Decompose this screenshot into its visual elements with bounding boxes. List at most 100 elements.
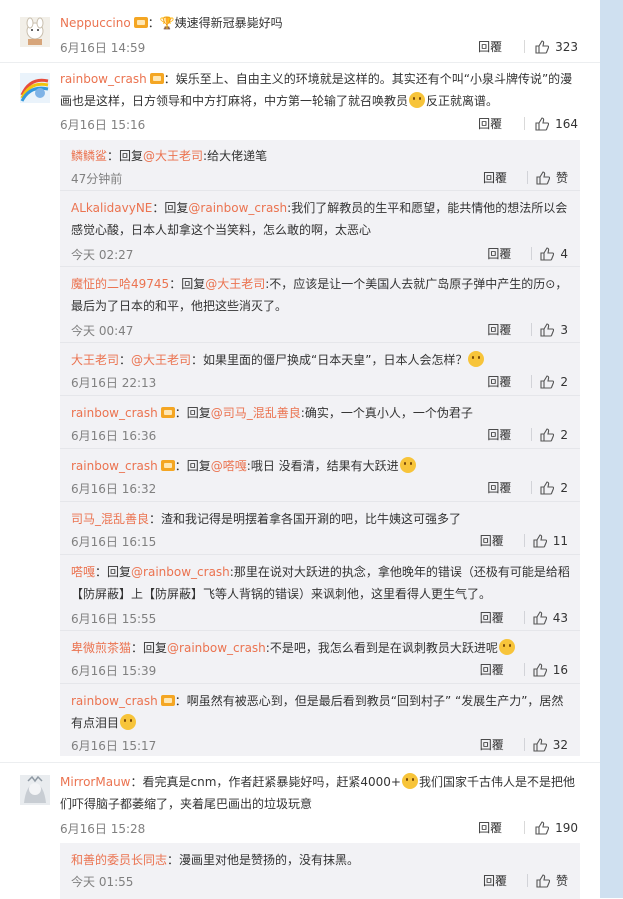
emoji-icon <box>399 457 416 473</box>
like-count: 赞 <box>555 171 568 185</box>
comment-body: ：🏆姨速得新冠暴毙好吗 <box>147 16 283 30</box>
thumbs-up-icon <box>536 873 550 888</box>
reply-button[interactable]: 回覆 <box>487 479 531 496</box>
username-link[interactable]: 卑微煎茶猫 <box>71 641 131 655</box>
emoji-icon <box>468 351 485 367</box>
thumbs-up-icon <box>533 737 547 752</box>
vip-badge-icon <box>149 73 164 84</box>
reply-prefix: ：回复 <box>169 277 206 291</box>
reply-button[interactable]: 回覆 <box>480 661 524 678</box>
timestamp: 6月16日 15:55 <box>71 612 157 626</box>
right-scroll-panel <box>600 0 623 898</box>
reply-button[interactable]: 回覆 <box>483 169 527 186</box>
like-button[interactable]: 32 <box>533 738 568 752</box>
thumbs-up-icon <box>533 662 547 677</box>
timestamp: 6月16日 16:36 <box>71 429 157 443</box>
like-button[interactable]: 190 <box>535 821 578 835</box>
timestamp: 6月16日 15:39 <box>71 664 157 678</box>
mention-link[interactable]: @rainbow_crash <box>188 201 287 215</box>
like-button[interactable]: 11 <box>533 534 568 548</box>
reply-text: rainbow_crash ：啊虽然有被恶心到，但是最后看到教员“回到村子” “发… <box>71 690 570 734</box>
like-count: 16 <box>552 662 568 677</box>
reply-prefix: ：回复 <box>107 149 144 163</box>
timestamp: 6月16日 15:28 <box>60 822 146 836</box>
emoji-icon <box>120 714 137 730</box>
thumbs-up-icon <box>540 427 555 442</box>
reply-button[interactable]: 回覆 <box>487 373 531 390</box>
mention-link[interactable]: @嗒嘎 <box>211 459 247 473</box>
username-link[interactable]: ALkalidavyNE <box>71 201 152 215</box>
username-link[interactable]: 大王老司 <box>71 353 119 367</box>
comment-body: ：看完真是cnm，作者赶紧暴毙好吗，赶紧4000+ <box>130 775 401 789</box>
like-button[interactable]: 3 <box>540 323 568 337</box>
like-count: 2 <box>560 374 568 389</box>
comment-body-tail: 反正就离谱。 <box>426 94 499 108</box>
vip-badge-icon <box>133 17 148 28</box>
username-link[interactable]: rainbow_crash <box>71 694 158 708</box>
timestamp: 今天 01:55 <box>71 875 134 889</box>
reply-item: 司马_混乱善良：渣和我记得是明摆着拿各国开涮的吧，比牛姨这可强多了 6月16日 … <box>60 501 580 555</box>
reply-prefix: ：回复 <box>152 201 189 215</box>
username-link[interactable]: rainbow_crash <box>71 459 158 473</box>
mention-link[interactable]: @大王老司 <box>143 149 203 163</box>
like-button[interactable]: 2 <box>540 375 568 389</box>
reply-text: 卑微煎茶猫：回复@rainbow_crash:不是吧，我怎么看到是在讽刺教员大跃… <box>71 637 570 659</box>
reply-thread: 和善的委员长同志：漫画里对他是赞扬的，没有抹黑。 今天 01:55 回覆 赞 <box>60 843 580 899</box>
reply-actions: 回覆 3 <box>487 321 568 338</box>
username-link[interactable]: Neppuccino <box>60 16 131 30</box>
like-button[interactable]: 164 <box>535 117 578 131</box>
like-count: 2 <box>560 427 568 442</box>
username-link[interactable]: 和善的委员长同志 <box>71 853 167 867</box>
avatar[interactable] <box>20 73 50 103</box>
reply-button[interactable]: 回覆 <box>478 38 524 55</box>
mention-link[interactable]: @rainbow_crash <box>131 565 230 579</box>
comment: rainbow_crash ：娱乐至上、自由主义的环境就是这样的。其实还有个叫“小… <box>0 62 600 763</box>
timestamp: 6月16日 14:59 <box>60 41 146 55</box>
username-link[interactable]: MirrorMauw <box>60 775 130 789</box>
username-link[interactable]: 鳞鳞鲨 <box>71 149 107 163</box>
comment-actions: 回覆 190 <box>478 819 578 836</box>
like-button[interactable]: 43 <box>533 611 568 625</box>
reply-button[interactable]: 回覆 <box>478 819 524 836</box>
divider <box>531 481 533 494</box>
username-link[interactable]: 司马_混乱善良 <box>71 512 149 526</box>
reply-button[interactable]: 回覆 <box>487 321 531 338</box>
like-button[interactable]: 赞 <box>536 169 568 186</box>
mention-link[interactable]: @大王老司 <box>205 277 265 291</box>
username-link[interactable]: rainbow_crash <box>71 406 158 420</box>
reply-button[interactable]: 回覆 <box>487 245 531 262</box>
reply-text: ALkalidavyNE：回复@rainbow_crash:我们了解教员的生平和… <box>71 197 570 241</box>
reply-body: ：如果里面的僵尸换成“日本天皇”，日本人会怎样？ <box>191 353 468 367</box>
comment-text: rainbow_crash ：娱乐至上、自由主义的环境就是这样的。其实还有个叫“小… <box>60 68 578 112</box>
like-button[interactable]: 16 <box>533 663 568 677</box>
like-count: 11 <box>552 533 568 548</box>
reply-text: 司马_混乱善良：渣和我记得是明摆着拿各国开涮的吧，比牛姨这可强多了 <box>71 508 570 530</box>
reply-button[interactable]: 回覆 <box>483 872 527 889</box>
reply-button[interactable]: 回覆 <box>487 426 531 443</box>
username-link[interactable]: rainbow_crash <box>60 72 147 86</box>
reply-item: rainbow_crash ：回复@司马_混乱善良:确实，一个真小人，一个伪君子 … <box>60 395 580 449</box>
like-button[interactable]: 4 <box>540 247 568 261</box>
reply-button[interactable]: 回覆 <box>478 115 524 132</box>
mention-link[interactable]: @司马_混乱善良 <box>211 406 301 420</box>
like-button[interactable]: 赞 <box>536 872 568 889</box>
emoji-icon <box>498 639 515 655</box>
comment-text: MirrorMauw：看完真是cnm，作者赶紧暴毙好吗，赶紧4000+ 我们国家千… <box>60 771 578 815</box>
like-button[interactable]: 323 <box>535 40 578 54</box>
reply-text: 和善的委员长同志：漫画里对他是赞扬的，没有抹黑。 <box>71 849 570 871</box>
reply-actions: 回覆 赞 <box>483 872 568 889</box>
divider <box>526 171 528 184</box>
reply-item: 魔怔的二哈49745：回复@大王老司:不，应该是让一个美国人去就广岛原子弹中产生… <box>60 266 580 343</box>
avatar[interactable] <box>20 17 50 47</box>
mention-link[interactable]: @rainbow_crash <box>167 641 266 655</box>
avatar[interactable] <box>20 775 50 805</box>
like-button[interactable]: 2 <box>540 428 568 442</box>
username-link[interactable]: 魔怔的二哈49745 <box>71 277 169 291</box>
reply-button[interactable]: 回覆 <box>480 532 524 549</box>
reply-button[interactable]: 回覆 <box>480 736 524 753</box>
reply-text: 嗒嘎：回复@rainbow_crash:那里在说对大跃进的执念，拿他晚年的错误（… <box>71 561 570 605</box>
username-link[interactable]: 嗒嘎 <box>71 565 95 579</box>
like-button[interactable]: 2 <box>540 481 568 495</box>
reply-button[interactable]: 回覆 <box>480 609 524 626</box>
mention-link[interactable]: @大王老司 <box>131 353 191 367</box>
